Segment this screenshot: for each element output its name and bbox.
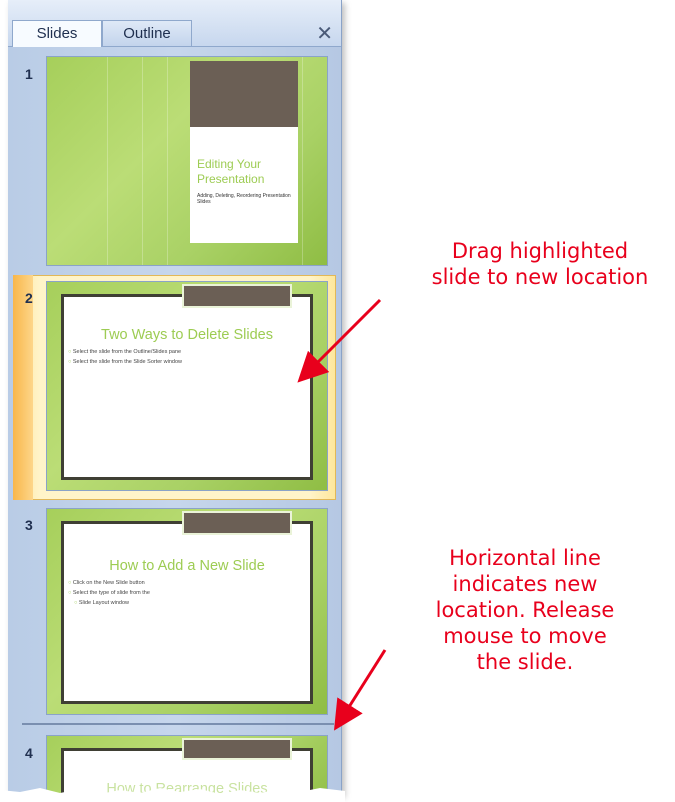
callout-arrows <box>297 298 387 731</box>
arrow-to-selected-slide <box>297 298 382 383</box>
arrow-to-insertion-line <box>333 649 387 731</box>
